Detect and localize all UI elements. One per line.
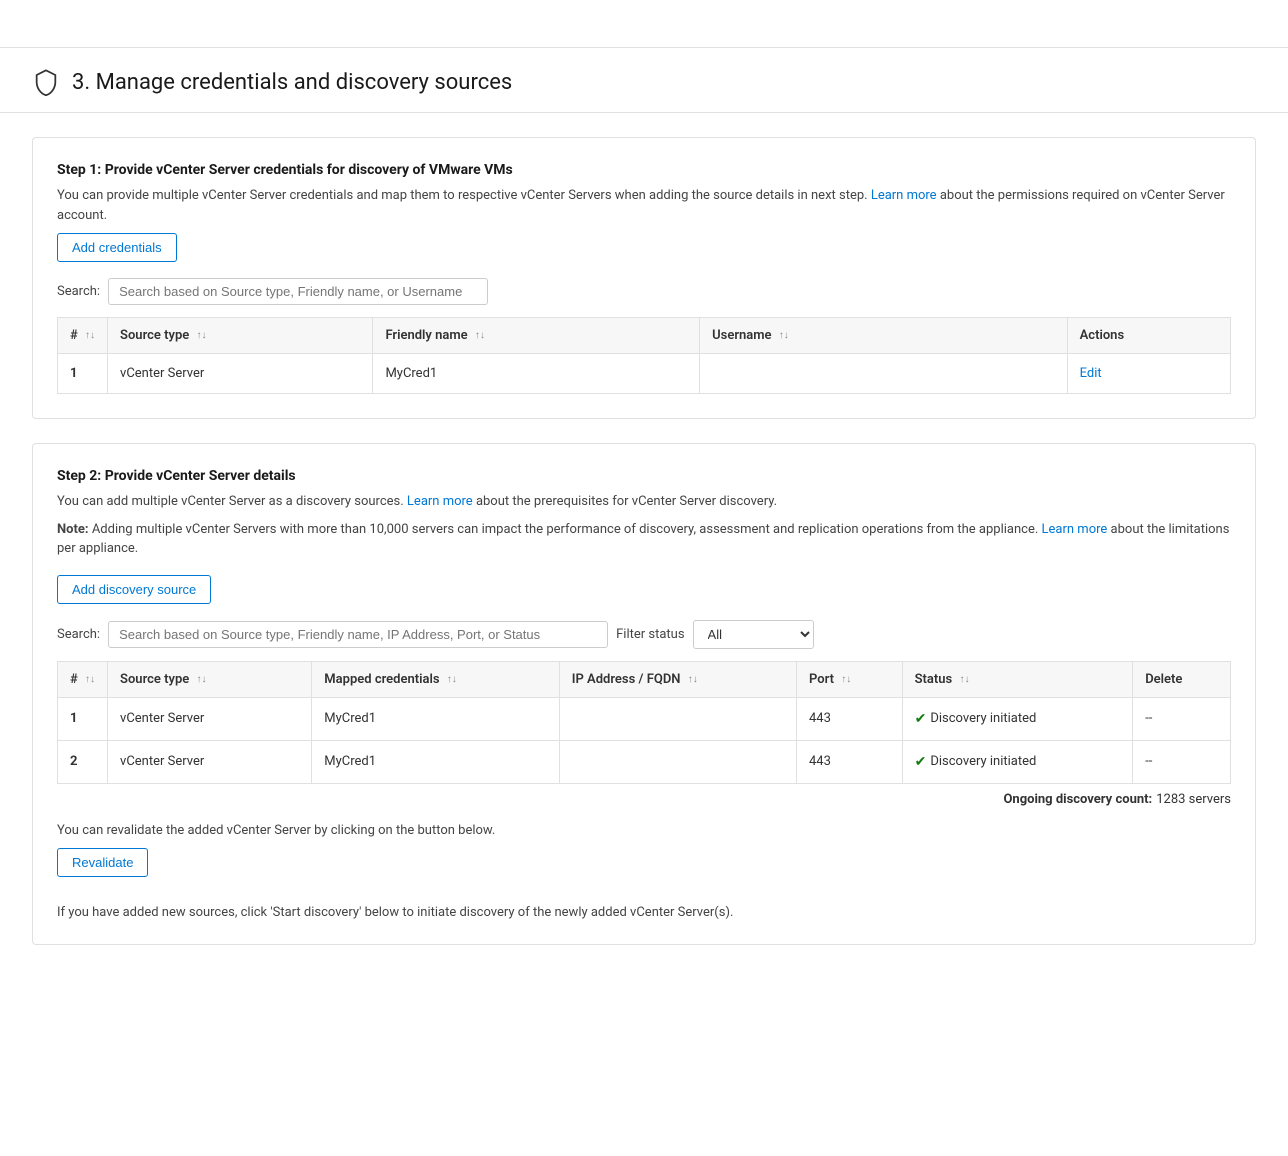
ongoing-label: Ongoing discovery count: bbox=[1003, 792, 1152, 807]
step2-learn-more-link1[interactable]: Learn more bbox=[407, 494, 473, 509]
check-icon: ✔ bbox=[915, 711, 927, 727]
cell2-source-type: vCenter Server bbox=[108, 740, 312, 783]
cell2-num: 1 bbox=[58, 697, 108, 740]
col-username: Username ↑↓ bbox=[700, 318, 1068, 354]
step2-card: Step 2: Provide vCenter Server details Y… bbox=[32, 443, 1256, 945]
add-discovery-source-button[interactable]: Add discovery source bbox=[57, 575, 211, 604]
table-row: 1 vCenter Server MyCred1 443 ✔ Discovery… bbox=[58, 697, 1231, 740]
step2-title: Step 2: Provide vCenter Server details bbox=[57, 468, 1231, 484]
step1-search-row: Search: bbox=[57, 278, 1231, 305]
add-credentials-button[interactable]: Add credentials bbox=[57, 233, 177, 262]
col2-mapped-creds: Mapped credentials ↑↓ bbox=[312, 661, 559, 697]
check-icon: ✔ bbox=[915, 754, 927, 770]
sort-icon2-source-type[interactable]: ↑↓ bbox=[197, 674, 207, 685]
step2-search-label: Search: bbox=[57, 627, 100, 642]
sort-icon-num[interactable]: ↑↓ bbox=[85, 330, 95, 341]
col2-status: Status ↑↓ bbox=[902, 661, 1133, 697]
step2-search-row: Search: Filter status All Connected Disc… bbox=[57, 620, 1231, 649]
step1-card: Step 1: Provide vCenter Server credentia… bbox=[32, 137, 1256, 419]
sort-icon2-port[interactable]: ↑↓ bbox=[841, 674, 851, 685]
step2-learn-more-link2[interactable]: Learn more bbox=[1042, 522, 1108, 537]
cell-username bbox=[700, 354, 1068, 394]
cell2-ip-fqdn bbox=[559, 697, 796, 740]
ongoing-discovery-row: Ongoing discovery count: 1283 servers bbox=[57, 784, 1231, 811]
shield-icon bbox=[32, 68, 60, 96]
revalidate-desc: You can revalidate the added vCenter Ser… bbox=[57, 823, 1231, 838]
col-num: # ↑↓ bbox=[58, 318, 108, 354]
page-title: 3. Manage credentials and discovery sour… bbox=[72, 70, 512, 95]
revalidate-button[interactable]: Revalidate bbox=[57, 848, 148, 877]
sort-icon2-status[interactable]: ↑↓ bbox=[959, 674, 969, 685]
step1-search-label: Search: bbox=[57, 284, 100, 299]
sort-icon-friendly-name[interactable]: ↑↓ bbox=[475, 330, 485, 341]
col2-source-type: Source type ↑↓ bbox=[108, 661, 312, 697]
step1-table: # ↑↓ Source type ↑↓ Friendly name ↑↓ U bbox=[57, 317, 1231, 394]
cell2-mapped-creds: MyCred1 bbox=[312, 740, 559, 783]
page-header: 3. Manage credentials and discovery sour… bbox=[0, 48, 1288, 113]
filter-status-select[interactable]: All Connected Disconnected Pending bbox=[693, 620, 814, 649]
ongoing-value: 1283 servers bbox=[1156, 792, 1231, 807]
cell-source-type: vCenter Server bbox=[108, 354, 373, 394]
cell2-delete: -- bbox=[1133, 697, 1231, 740]
col-source-type: Source type ↑↓ bbox=[108, 318, 373, 354]
table-row: 1 vCenter Server MyCred1 Edit bbox=[58, 354, 1231, 394]
cell-num: 1 bbox=[58, 354, 108, 394]
cell2-delete: -- bbox=[1133, 740, 1231, 783]
table-row: 2 vCenter Server MyCred1 443 ✔ Discovery… bbox=[58, 740, 1231, 783]
cell2-status: ✔ Discovery initiated bbox=[902, 740, 1133, 783]
step1-desc: You can provide multiple vCenter Server … bbox=[57, 186, 1231, 225]
cell2-port: 443 bbox=[796, 740, 902, 783]
step1-search-input[interactable] bbox=[108, 278, 488, 305]
revalidate-section: You can revalidate the added vCenter Ser… bbox=[57, 823, 1231, 920]
sort-icon-username[interactable]: ↑↓ bbox=[779, 330, 789, 341]
cell2-ip-fqdn bbox=[559, 740, 796, 783]
step1-learn-more-link[interactable]: Learn more bbox=[871, 188, 937, 203]
step2-search-input[interactable] bbox=[108, 621, 608, 648]
cell-friendly-name: MyCred1 bbox=[373, 354, 700, 394]
filter-status-label: Filter status bbox=[616, 627, 684, 642]
step2-table: # ↑↓ Source type ↑↓ Mapped credentials ↑… bbox=[57, 661, 1231, 784]
cell2-mapped-creds: MyCred1 bbox=[312, 697, 559, 740]
col2-num: # ↑↓ bbox=[58, 661, 108, 697]
cell-action: Edit bbox=[1067, 354, 1230, 394]
col2-port: Port ↑↓ bbox=[796, 661, 902, 697]
col2-ip-fqdn: IP Address / FQDN ↑↓ bbox=[559, 661, 796, 697]
sort-icon2-ip-fqdn[interactable]: ↑↓ bbox=[688, 674, 698, 685]
edit-link[interactable]: Edit bbox=[1080, 366, 1102, 381]
final-note: If you have added new sources, click 'St… bbox=[57, 905, 1231, 920]
col-friendly-name: Friendly name ↑↓ bbox=[373, 318, 700, 354]
col-actions: Actions bbox=[1067, 318, 1230, 354]
step2-note: Note: Adding multiple vCenter Servers wi… bbox=[57, 520, 1231, 559]
step2-desc1: You can add multiple vCenter Server as a… bbox=[57, 492, 1231, 512]
step1-title: Step 1: Provide vCenter Server credentia… bbox=[57, 162, 1231, 178]
cell2-num: 2 bbox=[58, 740, 108, 783]
sort-icon-source-type[interactable]: ↑↓ bbox=[197, 330, 207, 341]
cell2-port: 443 bbox=[796, 697, 902, 740]
sort-icon2-num[interactable]: ↑↓ bbox=[85, 674, 95, 685]
col2-delete: Delete bbox=[1133, 661, 1231, 697]
cell2-status: ✔ Discovery initiated bbox=[902, 697, 1133, 740]
sort-icon2-mapped-creds[interactable]: ↑↓ bbox=[447, 674, 457, 685]
cell2-source-type: vCenter Server bbox=[108, 697, 312, 740]
